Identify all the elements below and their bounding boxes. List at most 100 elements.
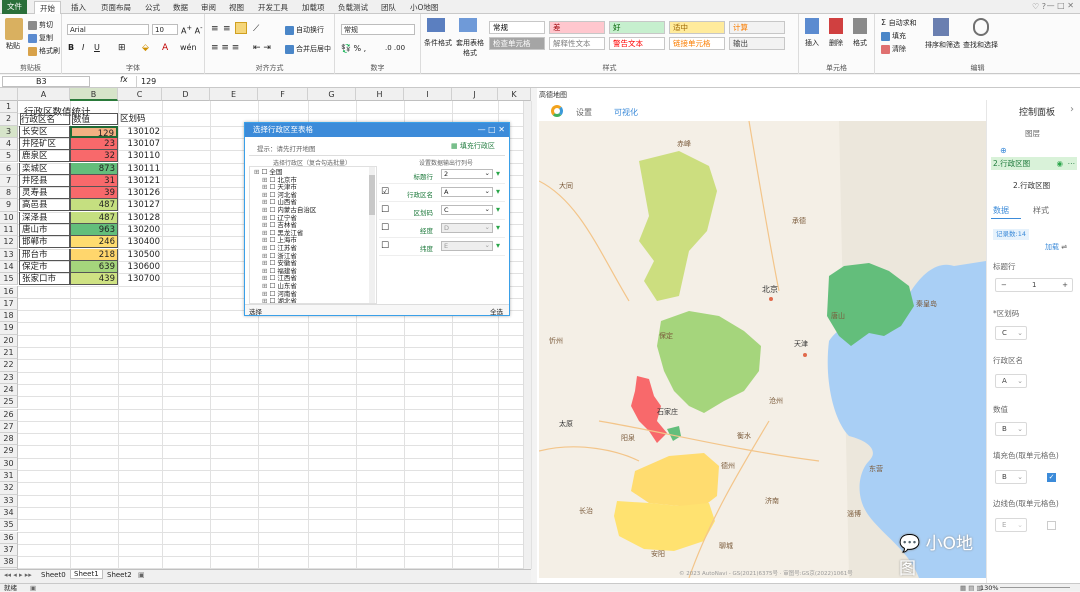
cell-style-4[interactable]: 计算 xyxy=(729,21,785,34)
name-box[interactable]: B3 xyxy=(2,76,90,87)
tab-xiaoo-map[interactable]: 小O地图 xyxy=(405,1,443,14)
column-header-K[interactable]: K xyxy=(498,88,531,101)
row-header-13[interactable]: 13 xyxy=(0,248,18,261)
tab-load-test[interactable]: 负载测试 xyxy=(333,1,373,14)
find-select-icon[interactable] xyxy=(973,18,989,36)
line-color-checkbox[interactable] xyxy=(1047,521,1056,530)
green-arrow-icon[interactable]: ▾ xyxy=(496,205,500,214)
format-cells-icon[interactable] xyxy=(853,18,867,34)
row-header-3[interactable]: 3 xyxy=(0,125,18,138)
row-header-31[interactable]: 31 xyxy=(0,470,18,483)
tab-page-layout[interactable]: 页面布局 xyxy=(96,1,136,14)
row-header-19[interactable]: 19 xyxy=(0,322,18,335)
value-select[interactable]: B ⌄ xyxy=(995,422,1027,436)
minus-icon[interactable]: − xyxy=(1001,279,1007,291)
column-header-E[interactable]: E xyxy=(210,88,258,101)
fill-button[interactable]: 填充 xyxy=(881,31,906,41)
field-select[interactable]: D ⌄ xyxy=(441,223,493,233)
help-icon[interactable]: ♡ ? xyxy=(1032,2,1046,11)
cell-style-1[interactable]: 差 xyxy=(549,21,605,34)
value-cell[interactable]: 23 xyxy=(70,137,118,150)
sheet-tab-1[interactable]: Sheet1 xyxy=(70,570,103,579)
font-grow-shrink-icon[interactable]: A+ A- xyxy=(181,24,202,36)
column-header-G[interactable]: G xyxy=(308,88,356,101)
bottom-align-icon[interactable] xyxy=(235,22,247,34)
title-row-stepper[interactable]: −1 + xyxy=(995,278,1073,292)
column-header-H[interactable]: H xyxy=(356,88,404,101)
tab-file[interactable]: 文件 xyxy=(2,0,27,14)
row-header-9[interactable]: 9 xyxy=(0,199,18,212)
tab-data[interactable]: 数据 xyxy=(168,1,193,14)
row-header-11[interactable]: 11 xyxy=(0,224,18,237)
font-size-select[interactable]: 10 xyxy=(152,24,178,35)
column-header-B[interactable]: B xyxy=(70,88,118,101)
region-name-cell[interactable]: 灵寿县 xyxy=(19,187,70,200)
region-name-cell[interactable]: 深泽县 xyxy=(19,211,70,224)
cell-style-2[interactable]: 好 xyxy=(609,21,665,34)
value-cell[interactable]: 873 xyxy=(70,162,118,175)
underline-button[interactable]: U xyxy=(94,43,100,52)
field-checkbox[interactable]: ☐ xyxy=(381,205,389,215)
region-code-cell[interactable]: 130500 xyxy=(118,249,162,261)
field-select[interactable]: 2 ⌄ xyxy=(441,169,493,179)
layer-item-admin[interactable]: 2.行政区图 ◉ ⋯ xyxy=(991,157,1077,170)
cell-style-6[interactable]: 解释性文本 xyxy=(549,37,605,50)
region-name-cell[interactable]: 邢台市 xyxy=(19,248,70,261)
tab-insert[interactable]: 插入 xyxy=(66,1,91,14)
row-header-36[interactable]: 36 xyxy=(0,531,18,544)
fill-region-button[interactable]: ▦ 填充行政区 xyxy=(451,141,495,151)
sort-filter-icon[interactable] xyxy=(933,18,949,36)
tab-data-panel[interactable]: 数据 xyxy=(993,205,1009,216)
row-header-32[interactable]: 32 xyxy=(0,482,18,495)
phonetic-icon[interactable]: wén xyxy=(180,43,197,52)
row-header-8[interactable]: 8 xyxy=(0,187,18,200)
region-name-cell[interactable]: 栾城区 xyxy=(19,162,70,175)
format-painter-button[interactable]: 格式刷 xyxy=(28,46,60,56)
insert-cells-icon[interactable] xyxy=(805,18,819,34)
conditional-format-icon[interactable] xyxy=(427,18,445,32)
column-header-J[interactable]: J xyxy=(452,88,498,101)
select-all-link[interactable]: 全选 xyxy=(490,306,503,316)
expand-icon[interactable]: ⊞ xyxy=(262,297,270,303)
tab-view[interactable]: 视图 xyxy=(224,1,249,14)
region-code-cell[interactable]: 130121 xyxy=(118,175,162,187)
field-checkbox[interactable]: ☐ xyxy=(381,223,389,233)
code-select[interactable]: C ⌄ xyxy=(995,326,1027,340)
row-header-7[interactable]: 7 xyxy=(0,174,18,188)
window-controls-icon[interactable]: — □ ✕ xyxy=(1047,1,1074,10)
value-cell[interactable]: 39 xyxy=(70,187,118,200)
tree-scrollbar[interactable] xyxy=(369,167,375,303)
cell-style-0[interactable]: 常规 xyxy=(489,21,545,34)
table-format-button[interactable]: 套用表格格式 xyxy=(455,38,485,58)
value-cell[interactable]: 246 xyxy=(70,236,118,249)
tab-review[interactable]: 审阅 xyxy=(196,1,221,14)
copy-button[interactable]: 复制 xyxy=(28,33,53,43)
cell-style-5[interactable]: 检查单元格 xyxy=(489,37,545,50)
sort-filter-button[interactable]: 排序和筛选 xyxy=(925,40,960,50)
column-header-C[interactable]: C xyxy=(118,88,162,101)
row-header-22[interactable]: 22 xyxy=(0,359,18,372)
row-header-37[interactable]: 37 xyxy=(0,543,18,557)
value-cell[interactable]: 487 xyxy=(70,211,118,224)
plus-icon[interactable]: + xyxy=(1062,279,1068,291)
region-tree[interactable]: ⊞ ☐ 全国 ⊞ ☐ 北京市 ⊞ ☐ 天津市 ⊞ ☐ 河北省 ⊞ ☐ 山西省 ⊞ ☐ 内蒙… xyxy=(249,166,377,304)
select-link[interactable]: 选择 xyxy=(249,306,262,316)
region-code-cell[interactable]: 130200 xyxy=(118,224,162,236)
field-checkbox[interactable]: ☑ xyxy=(381,187,389,197)
tab-addins[interactable]: 加载项 xyxy=(297,1,330,14)
region-code-cell[interactable]: 130126 xyxy=(118,187,162,199)
sheet-tab-2[interactable]: Sheet2 xyxy=(104,571,135,579)
row-header-23[interactable]: 23 xyxy=(0,371,18,384)
green-arrow-icon[interactable]: ▾ xyxy=(496,169,500,178)
region-code-cell[interactable]: 130400 xyxy=(118,236,162,248)
row-header-4[interactable]: 4 xyxy=(0,137,18,151)
fx-icon[interactable]: fx xyxy=(120,75,128,84)
value-cell[interactable]: 963 xyxy=(70,224,118,236)
find-select-button[interactable]: 查找和选择 xyxy=(963,40,998,50)
font-color-icon[interactable]: A xyxy=(162,43,168,53)
format-cells-button[interactable]: 格式 xyxy=(853,38,867,48)
row-header-6[interactable]: 6 xyxy=(0,162,18,175)
tab-style-panel[interactable]: 样式 xyxy=(1033,205,1049,216)
row-header-21[interactable]: 21 xyxy=(0,347,18,360)
delete-cells-button[interactable]: 删除 xyxy=(829,38,843,48)
